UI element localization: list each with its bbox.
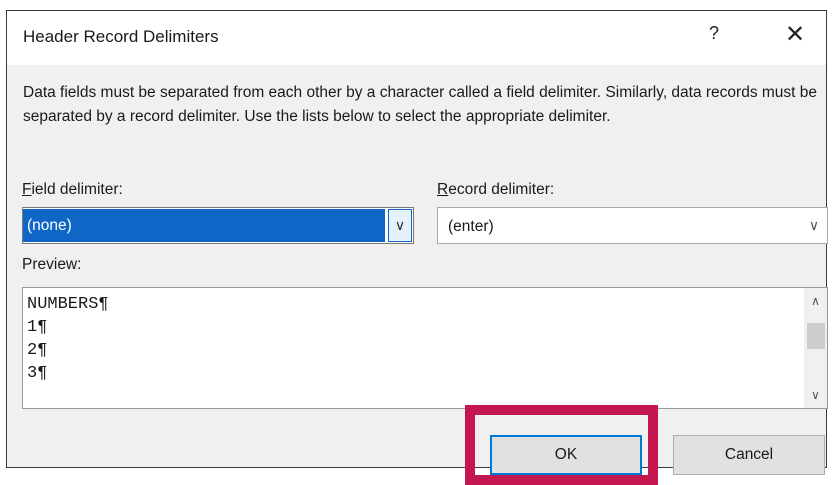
scrollbar-thumb[interactable] bbox=[807, 323, 825, 349]
preview-box[interactable]: NUMBERS¶ 1¶ 2¶ 3¶ ∧ ∨ bbox=[22, 287, 828, 409]
ok-button[interactable]: OK bbox=[490, 435, 642, 475]
chevron-down-icon[interactable]: ∨ bbox=[388, 209, 412, 242]
record-delimiter-label-text: ecord delimiter: bbox=[448, 181, 555, 198]
cancel-button[interactable]: Cancel bbox=[673, 435, 825, 475]
preview-scrollbar[interactable]: ∧ ∨ bbox=[804, 288, 827, 408]
header-record-delimiters-dialog: Header Record Delimiters ? ✕ Data fields… bbox=[6, 10, 828, 475]
record-delimiter-label: Record delimiter: bbox=[437, 181, 554, 199]
chevron-down-icon[interactable]: ∨ bbox=[804, 384, 827, 406]
preview-line: 2¶ bbox=[27, 341, 48, 360]
preview-line: NUMBERS¶ bbox=[27, 295, 109, 314]
record-delimiter-select[interactable]: (enter) ∨ bbox=[437, 207, 828, 244]
field-delimiter-label: Field delimiter: bbox=[22, 181, 123, 199]
preview-line: 1¶ bbox=[27, 318, 48, 337]
chevron-up-icon[interactable]: ∧ bbox=[804, 290, 827, 312]
title-bar: Header Record Delimiters ? ✕ bbox=[7, 11, 826, 65]
preview-label: Preview: bbox=[22, 256, 82, 273]
close-button[interactable]: ✕ bbox=[785, 20, 805, 49]
record-delimiter-value: (enter) bbox=[448, 218, 494, 235]
record-delimiter-accel: R bbox=[437, 181, 449, 198]
chevron-down-icon[interactable]: ∨ bbox=[801, 208, 827, 243]
preview-lines: NUMBERS¶ 1¶ 2¶ 3¶ bbox=[27, 293, 109, 385]
field-delimiter-label-text: ield delimiter: bbox=[31, 181, 123, 198]
help-button[interactable]: ? bbox=[709, 23, 719, 44]
field-delimiter-value: (none) bbox=[23, 209, 385, 242]
dialog-title: Header Record Delimiters bbox=[23, 27, 219, 46]
field-delimiter-select[interactable]: (none) ∨ bbox=[22, 207, 414, 244]
preview-line: 3¶ bbox=[27, 364, 48, 383]
description-text: Data fields must be separated from each … bbox=[23, 84, 818, 125]
